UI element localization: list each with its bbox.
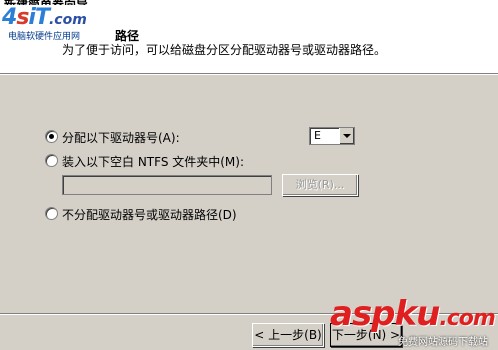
site-logo: 4siT.com 电脑软硬件应用网 [2, 5, 112, 42]
radio-assign-letter[interactable] [45, 130, 58, 143]
drive-letter-value: E [314, 129, 321, 142]
mount-folder-label: 装入以下空白 NTFS 文件夹中(M): [62, 155, 245, 169]
logo-wordmark: 4siT.com [2, 5, 87, 30]
assign-letter-label: 分配以下驱动器号(A): [62, 131, 180, 145]
header-divider [0, 74, 498, 75]
drive-letter-select[interactable]: E [309, 127, 355, 145]
chevron-down-icon[interactable] [339, 128, 354, 144]
radio-mount-folder[interactable] [45, 154, 58, 167]
page-subtitle: 为了便于访问，可以给磁盘分区分配驱动器号或驱动器路径。 [62, 43, 387, 57]
browse-button[interactable]: 浏览(R)... [282, 174, 358, 196]
watermark-logo: aspku.com [330, 294, 496, 334]
folder-path-input[interactable] [62, 175, 272, 195]
watermark-tagline: 免费网站源码下载站 [398, 337, 488, 348]
radio-selected-dot [49, 134, 54, 139]
no-assign-label: 不分配驱动器号或驱动器路径(D) [62, 208, 237, 222]
wizard-header: 新建简单卷向导 4siT.com 电脑软硬件应用网 路径 为了便于访问，可以给磁… [0, 0, 498, 74]
back-button[interactable]: < 上一步(B) [252, 323, 324, 347]
radio-no-assign[interactable] [45, 207, 58, 220]
